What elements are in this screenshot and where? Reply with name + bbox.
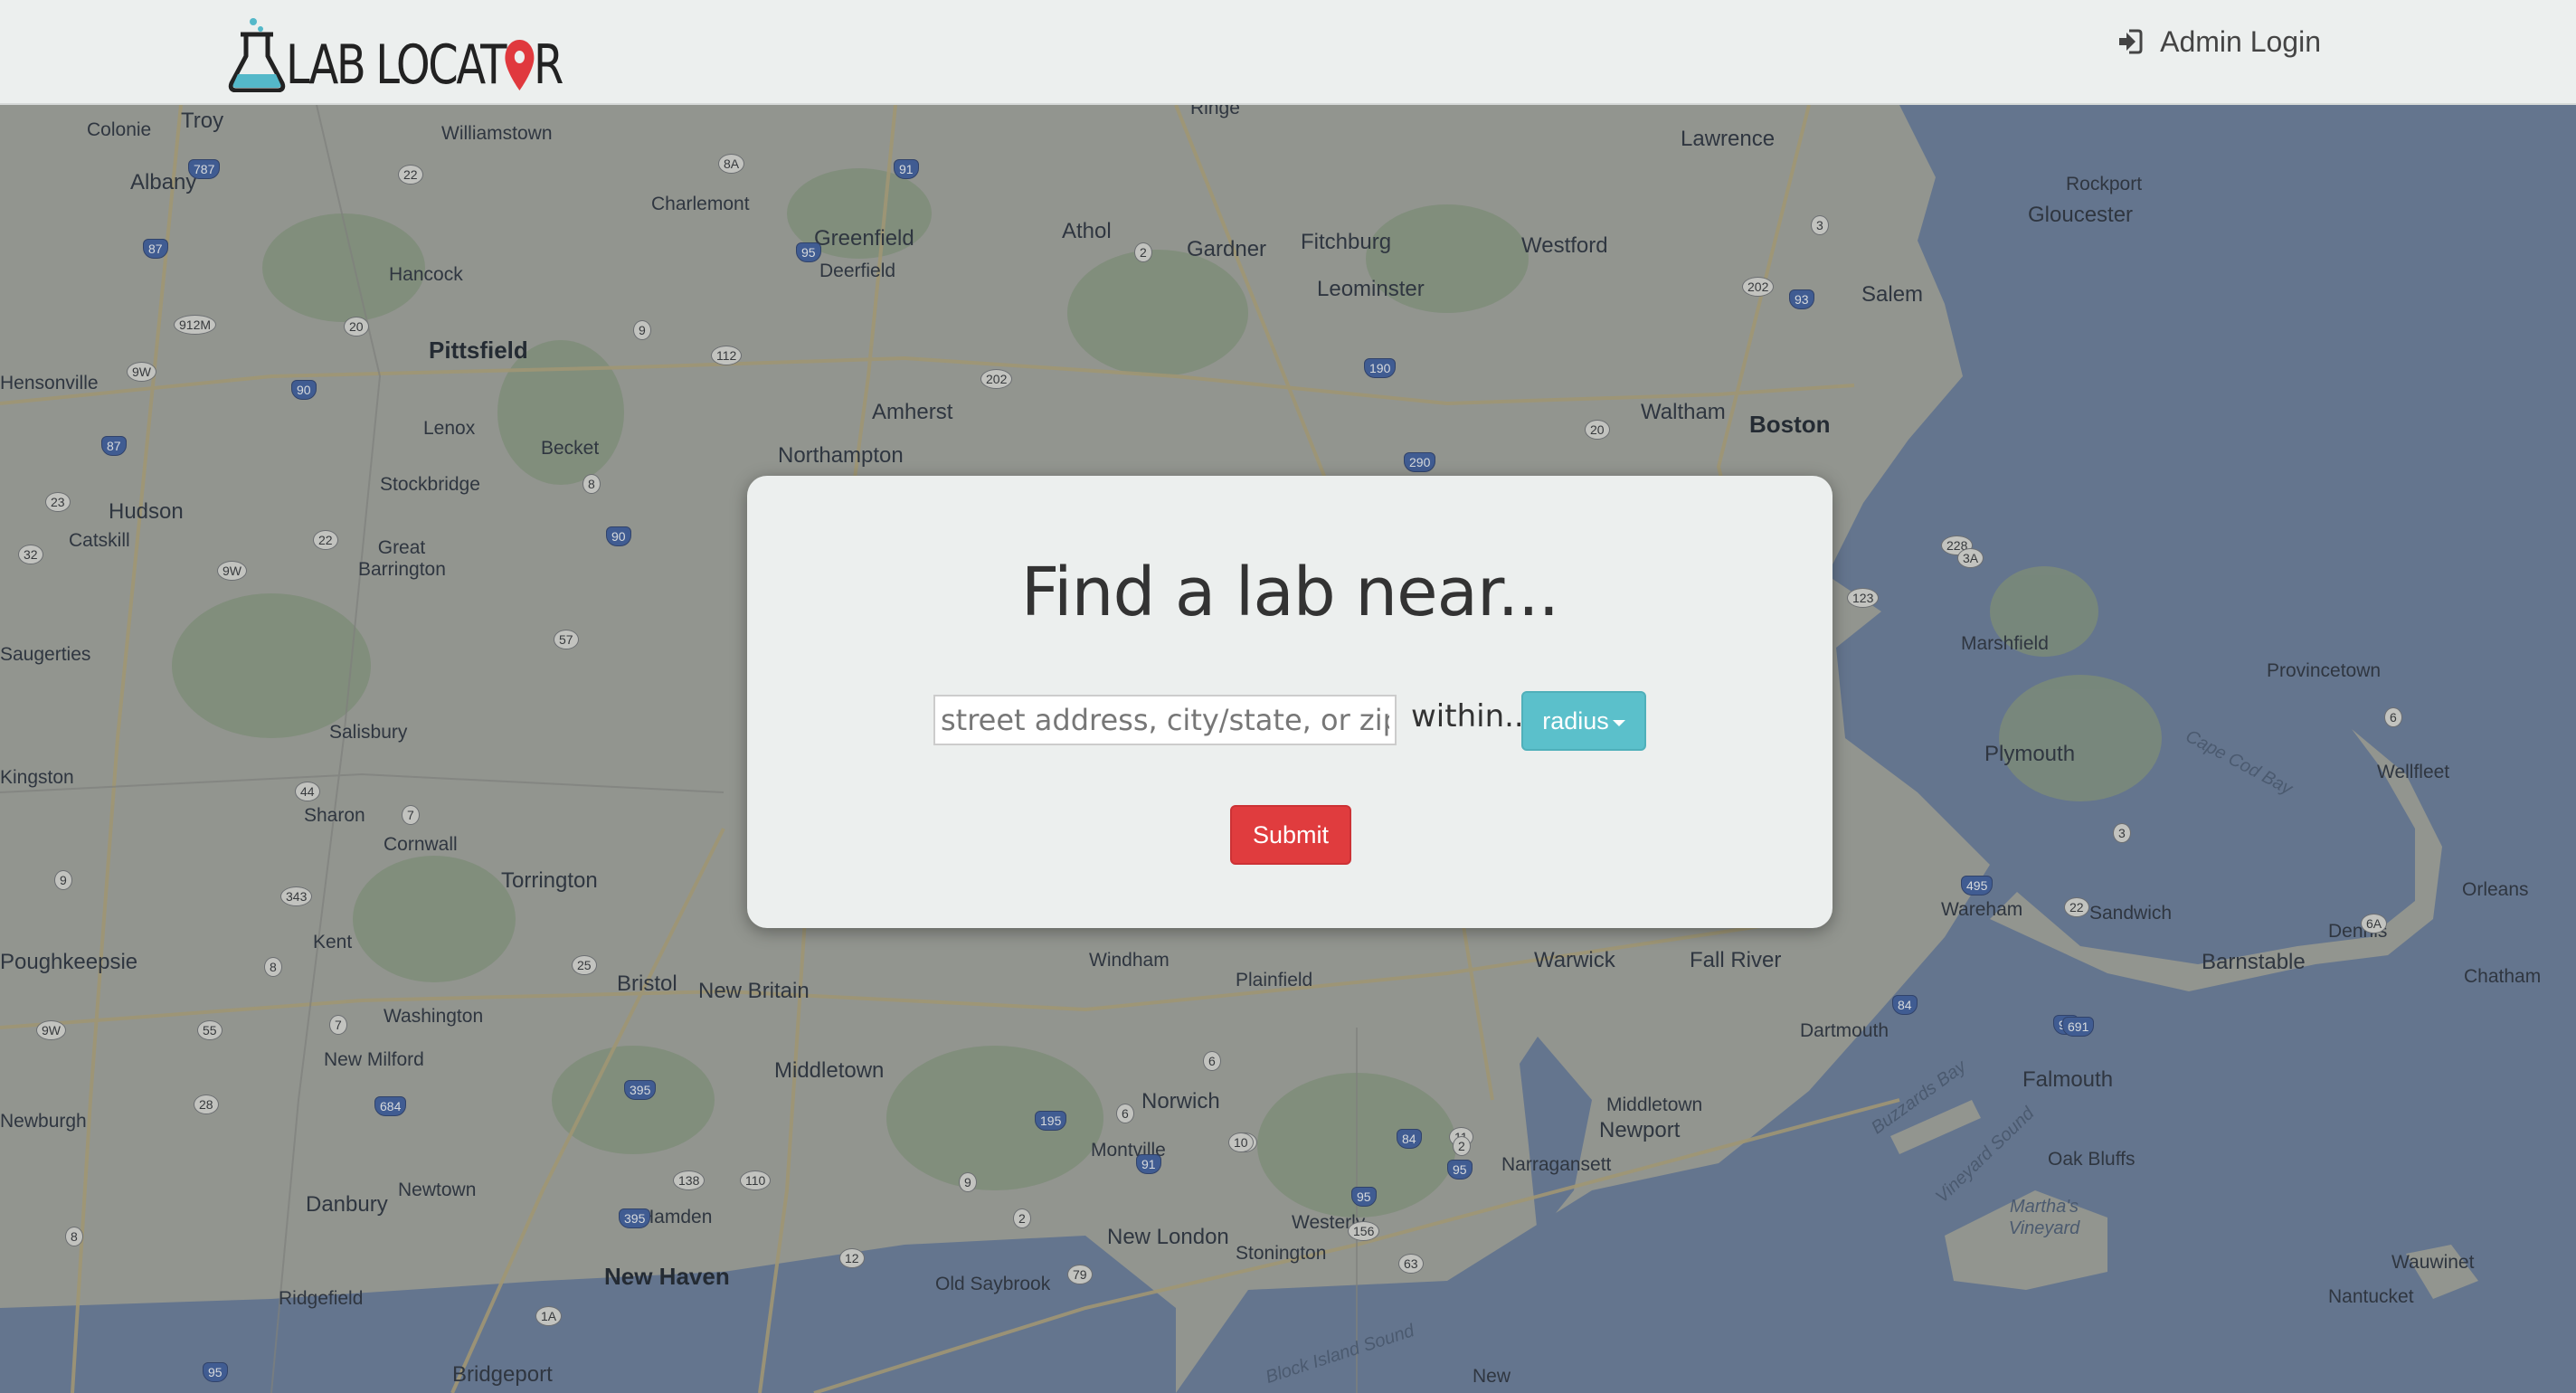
caret-down-icon [1612,719,1625,726]
lab-locator-logo[interactable]: LAB LOCAT R [228,14,630,92]
search-title: Find a lab near... [1020,554,1559,631]
address-input[interactable] [933,695,1397,745]
search-card: Find a lab near... within... radius Subm… [747,476,1833,928]
navbar: LAB LOCAT R Admin Login [0,0,2576,105]
logo-text: LAB LOCAT R [286,33,564,97]
logo-text-right: R [534,33,564,97]
submit-button[interactable]: Submit [1230,805,1351,865]
admin-login-label: Admin Login [2160,24,2321,58]
radius-label: radius [1542,706,1609,734]
map-pin-icon [505,40,535,90]
admin-login-link[interactable]: Admin Login [2117,24,2321,60]
flask-icon [228,18,286,92]
sign-in-icon [2119,29,2143,54]
logo-text-left: LAB LOCAT [286,33,507,97]
radius-dropdown-button[interactable]: radius [1521,691,1646,751]
within-label: within... [1411,698,1534,734]
